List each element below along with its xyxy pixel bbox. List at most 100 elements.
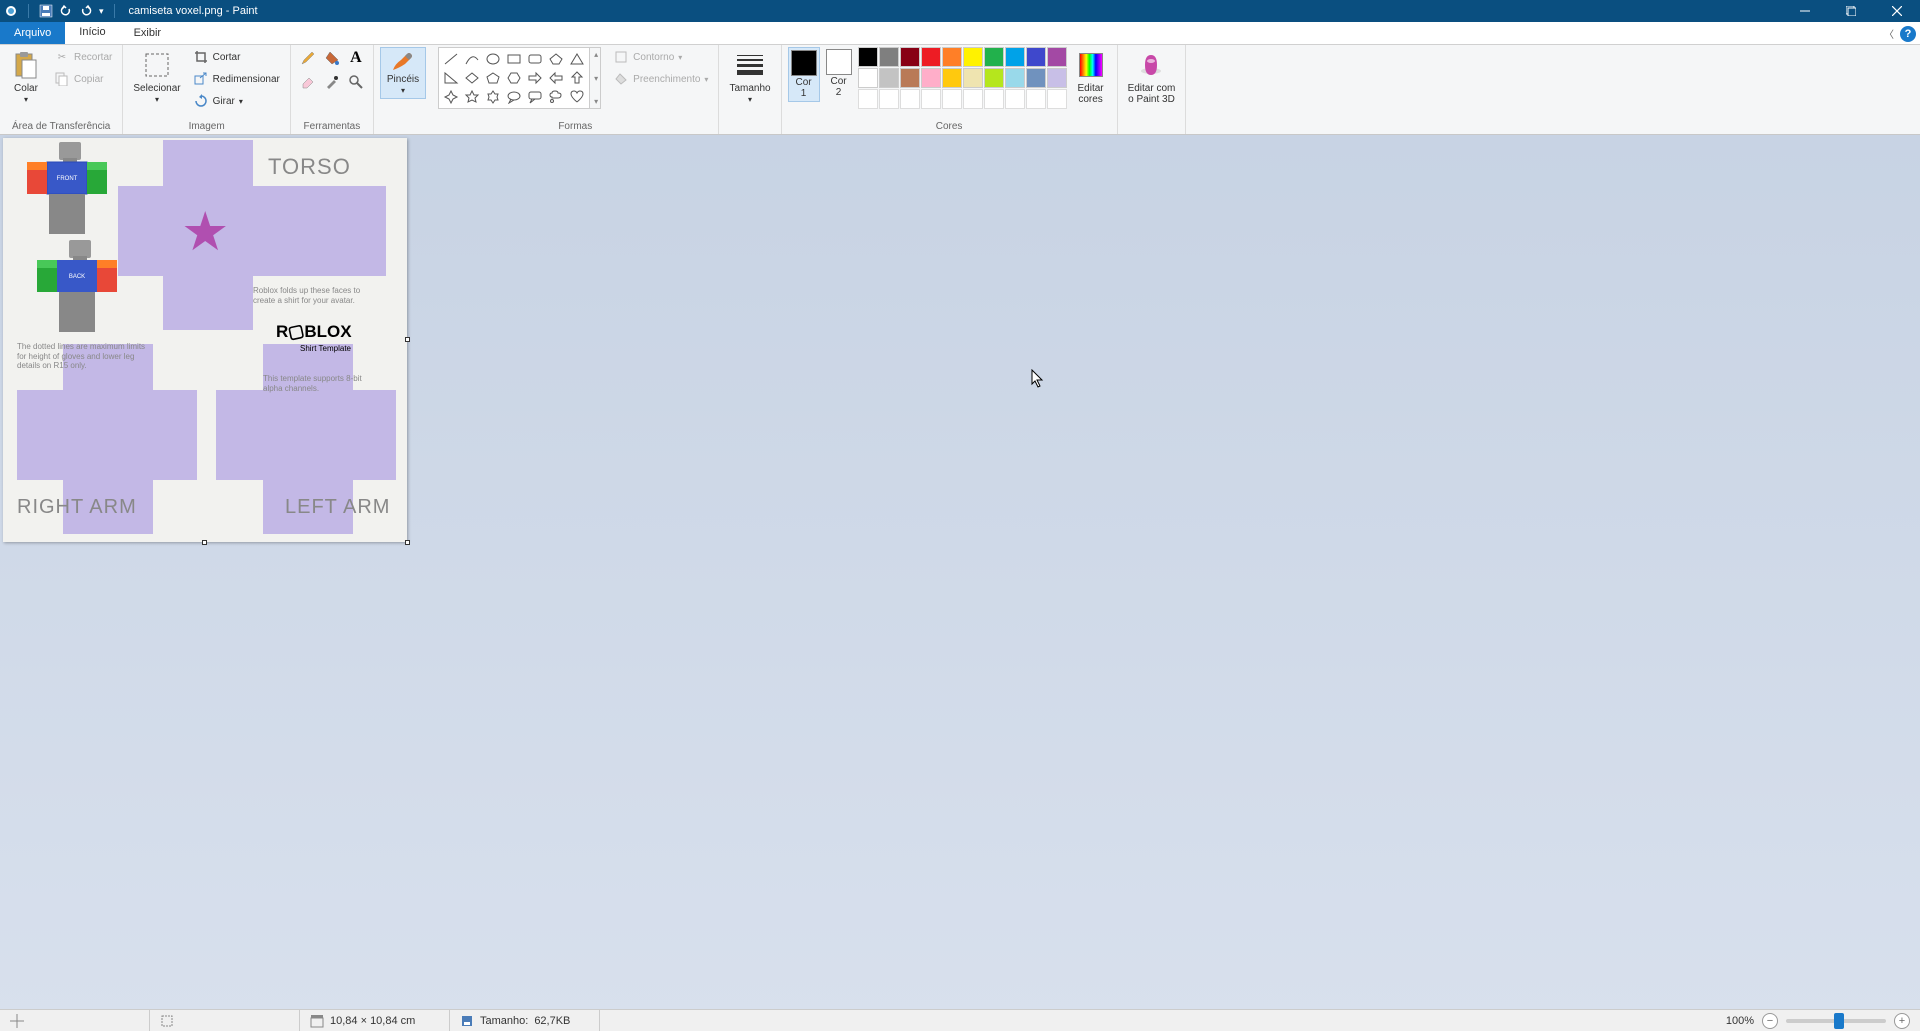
zoom-out-button[interactable]: − [1762, 1013, 1778, 1029]
cut-button[interactable]: ✂Recortar [50, 47, 116, 67]
palette-color[interactable] [942, 47, 962, 67]
palette-color[interactable] [1005, 68, 1025, 88]
magnifier-tool[interactable] [345, 71, 367, 93]
palette-color[interactable] [921, 47, 941, 67]
crop-button[interactable]: Cortar [189, 47, 284, 67]
shapes-gallery[interactable] [438, 47, 590, 109]
shape-arrow-right[interactable] [525, 69, 545, 87]
text-tool[interactable]: A [345, 47, 367, 69]
palette-color[interactable] [984, 47, 1004, 67]
palette-custom-slot[interactable] [963, 89, 983, 109]
shape-callout-cloud[interactable] [546, 88, 566, 106]
shape-hexagon[interactable] [504, 69, 524, 87]
zoom-slider[interactable] [1786, 1019, 1886, 1023]
statusbar: 10,84 × 10,84 cm Tamanho: 62,7KB 100% − … [0, 1009, 1920, 1031]
close-button[interactable] [1874, 0, 1920, 22]
palette-custom-slot[interactable] [942, 89, 962, 109]
palette-color[interactable] [858, 68, 878, 88]
fill-tool[interactable] [321, 47, 343, 69]
palette-color[interactable] [942, 68, 962, 88]
minimize-button[interactable] [1782, 0, 1828, 22]
edit-colors-button[interactable]: Editar cores [1071, 47, 1111, 107]
select-button[interactable]: Selecionar▾ [129, 47, 184, 107]
palette-color[interactable] [1026, 68, 1046, 88]
palette-color[interactable] [1005, 47, 1025, 67]
help-icon[interactable]: ? [1900, 26, 1916, 42]
redo-icon[interactable] [79, 4, 93, 18]
tab-view[interactable]: Exibir [120, 22, 176, 44]
outline-button[interactable]: Contorno ▾ [609, 47, 712, 67]
shape-oval[interactable] [483, 50, 503, 68]
maximize-button[interactable] [1828, 0, 1874, 22]
palette-custom-slot[interactable] [921, 89, 941, 109]
shape-triangle[interactable] [567, 50, 587, 68]
paste-button[interactable]: Colar▾ [6, 47, 46, 107]
shape-right-triangle[interactable] [441, 69, 461, 87]
shape-rect[interactable] [504, 50, 524, 68]
shape-heart[interactable] [567, 88, 587, 106]
eraser-tool[interactable] [297, 71, 319, 93]
rotate-button[interactable]: Girar ▾ [189, 91, 284, 111]
canvas[interactable]: FRONT BACK [3, 138, 407, 542]
undo-icon[interactable] [59, 4, 73, 18]
color-picker-tool[interactable] [321, 71, 343, 93]
resize-handle-corner[interactable] [405, 540, 410, 545]
paint3d-button[interactable]: Editar com o Paint 3D [1124, 47, 1180, 107]
shape-star4[interactable] [441, 88, 461, 106]
tab-file[interactable]: Arquivo [0, 22, 65, 44]
shape-callout-rect[interactable] [525, 88, 545, 106]
shape-star5[interactable] [462, 88, 482, 106]
palette-color[interactable] [963, 68, 983, 88]
resize-button[interactable]: Redimensionar [189, 69, 284, 89]
shape-arrow-left[interactable] [546, 69, 566, 87]
palette-custom-slot[interactable] [984, 89, 1004, 109]
palette-color[interactable] [879, 47, 899, 67]
pencil-tool[interactable] [297, 47, 319, 69]
save-icon[interactable] [39, 4, 53, 18]
copy-button[interactable]: Copiar [50, 69, 116, 89]
shape-diamond[interactable] [462, 69, 482, 87]
palette-custom-slot[interactable] [1047, 89, 1067, 109]
palette-custom-slot[interactable] [879, 89, 899, 109]
palette-color[interactable] [900, 68, 920, 88]
resize-handle-right[interactable] [405, 337, 410, 342]
palette-color[interactable] [1047, 68, 1067, 88]
shape-curve[interactable] [462, 50, 482, 68]
palette-color[interactable] [879, 68, 899, 88]
palette-color[interactable] [858, 47, 878, 67]
shape-line[interactable] [441, 50, 461, 68]
shape-star6[interactable] [483, 88, 503, 106]
palette-custom-slot[interactable] [1005, 89, 1025, 109]
zoom-thumb[interactable] [1834, 1013, 1844, 1029]
palette-color[interactable] [921, 68, 941, 88]
app-icon[interactable] [4, 4, 18, 18]
canvas-area[interactable]: FRONT BACK [0, 135, 1920, 1009]
palette-color[interactable] [1047, 47, 1067, 67]
zoom-in-button[interactable]: + [1894, 1013, 1910, 1029]
palette-color[interactable] [900, 47, 920, 67]
palette-color[interactable] [963, 47, 983, 67]
palette-color[interactable] [984, 68, 1004, 88]
resize-handle-bottom[interactable] [202, 540, 207, 545]
outline-icon [613, 49, 629, 65]
fill-button[interactable]: Preenchimento ▾ [609, 69, 712, 89]
shapes-expand[interactable]: ▾ [592, 97, 600, 106]
color2-button[interactable]: Cor 2 [824, 47, 854, 100]
palette-custom-slot[interactable] [858, 89, 878, 109]
shape-pentagon[interactable] [483, 69, 503, 87]
shapes-scroll-up[interactable]: ▴ [592, 50, 600, 59]
shape-roundrect[interactable] [525, 50, 545, 68]
shape-polygon[interactable] [546, 50, 566, 68]
shape-callout-round[interactable] [504, 88, 524, 106]
tab-home[interactable]: Início [65, 22, 119, 44]
qat-dropdown-icon[interactable]: ▾ [99, 6, 104, 17]
color1-button[interactable]: Cor 1 [788, 47, 820, 102]
palette-color[interactable] [1026, 47, 1046, 67]
brushes-button[interactable]: Pincéis▾ [380, 47, 426, 99]
minimize-ribbon-icon[interactable]: 〈 [1884, 26, 1894, 41]
palette-custom-slot[interactable] [1026, 89, 1046, 109]
size-button[interactable]: Tamanho▾ [725, 47, 774, 107]
shape-arrow-up[interactable] [567, 69, 587, 87]
shapes-scroll-down[interactable]: ▾ [592, 74, 600, 83]
palette-custom-slot[interactable] [900, 89, 920, 109]
